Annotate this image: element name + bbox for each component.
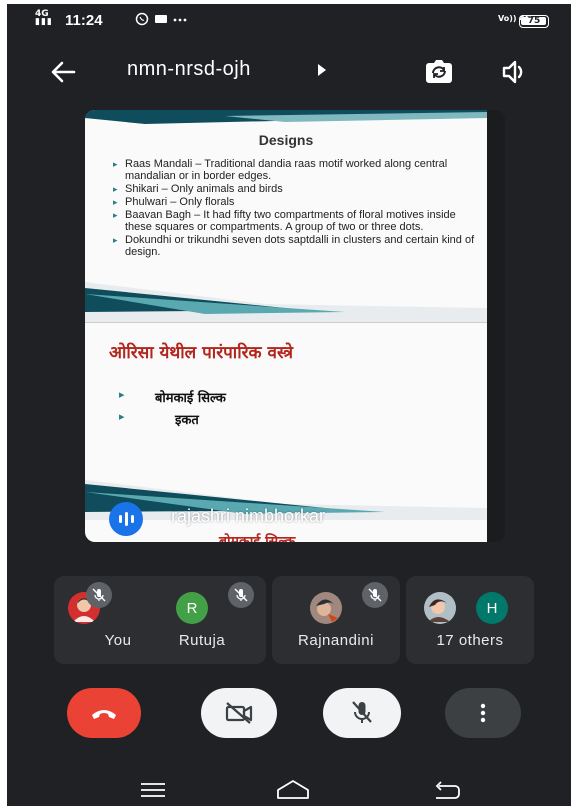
camera-switch-icon	[426, 60, 452, 83]
home-icon	[277, 780, 309, 799]
recent-apps-button[interactable]	[135, 778, 171, 802]
mic-off-icon	[352, 701, 372, 723]
back-button[interactable]	[45, 54, 81, 90]
avatar-initial: H	[486, 599, 498, 617]
slide-bullet: Raas Mandali – Traditional dandia raas m…	[113, 158, 483, 182]
arrow-left-icon	[51, 61, 76, 83]
phone-hangup-icon	[92, 710, 116, 719]
slide-title: बोमकाई सिल्क	[219, 534, 296, 542]
participant-name: 17 others	[436, 632, 504, 649]
phone-screen: 4G ▮▮▮ 11:24 Vo)) 4G 75 nmn-nrsd-ojh Des…	[7, 4, 571, 806]
user-photo	[310, 592, 342, 624]
presentation-tile[interactable]: Designs Raas Mandali – Traditional dandi…	[85, 110, 505, 542]
slide-title: ओरिसा येथील पारंपारिक वस्त्रे	[109, 343, 293, 363]
notification-icons	[135, 12, 195, 30]
participant-tile-others[interactable]: H 17 others	[406, 576, 534, 664]
slide-bullet: Baavan Bagh – It had fifty two compartme…	[113, 209, 483, 233]
slide-bullet: Phulwari – Only florals	[113, 196, 483, 208]
mic-off-icon	[362, 582, 388, 608]
audio-level-icon	[109, 502, 143, 536]
mic-toggle-button[interactable]	[323, 688, 401, 738]
battery-icon: 75	[519, 15, 549, 28]
more-options-button[interactable]	[445, 688, 521, 738]
mic-off-icon	[228, 582, 254, 608]
clock: 11:24	[65, 12, 103, 29]
participant-tile[interactable]: R Rutuja	[138, 576, 266, 664]
speaker-button[interactable]	[497, 54, 533, 90]
more-vert-icon	[480, 703, 486, 723]
camera-off-icon	[225, 702, 253, 724]
speaker-icon	[502, 60, 523, 84]
avatar-initial: R	[186, 599, 198, 617]
user-photo	[424, 592, 456, 624]
slide-bullet: इकत	[119, 410, 226, 432]
slide-bullets: बोमकाई सिल्क इकत	[119, 388, 226, 432]
slide-bullet: Dokundhi or trikundhi seven dots saptdal…	[113, 234, 483, 258]
slide-decoration	[85, 282, 487, 322]
avatar: R	[176, 592, 208, 624]
slide-bullets: Raas Mandali – Traditional dandia raas m…	[113, 158, 483, 259]
back-icon	[435, 781, 460, 799]
participant-tile[interactable]: Rajnandini	[272, 576, 400, 664]
avatar	[424, 592, 456, 624]
switch-camera-button[interactable]	[421, 54, 457, 90]
menu-icon	[141, 783, 165, 797]
presenter-name: rajashri nimbhorkar	[171, 506, 326, 526]
avatar	[310, 592, 342, 624]
shared-screen: Designs Raas Mandali – Traditional dandi…	[85, 110, 487, 542]
system-back-button[interactable]	[429, 778, 465, 802]
home-button[interactable]	[275, 778, 311, 802]
status-bar: 4G ▮▮▮ 11:24 Vo)) 4G 75	[7, 4, 571, 38]
slide-decoration	[85, 110, 487, 124]
mic-off-icon	[86, 582, 112, 608]
avatar: H	[476, 592, 508, 624]
slide-bullet: बोमकाई सिल्क	[119, 388, 226, 410]
participant-name: Rajnandini	[298, 632, 374, 649]
call-header: nmn-nrsd-ojh	[7, 48, 571, 96]
caret-right-icon[interactable]	[317, 64, 327, 76]
network-signal-icon: 4G ▮▮▮	[35, 9, 53, 27]
meeting-code[interactable]: nmn-nrsd-ojh	[127, 58, 251, 81]
camera-toggle-button[interactable]	[201, 688, 277, 738]
battery-level: 75	[527, 16, 541, 26]
end-call-button[interactable]	[67, 688, 141, 738]
slide-bullet: Shikari – Only animals and birds	[113, 183, 483, 195]
slide-title: Designs	[258, 132, 314, 148]
participant-name: Rutuja	[178, 632, 226, 649]
